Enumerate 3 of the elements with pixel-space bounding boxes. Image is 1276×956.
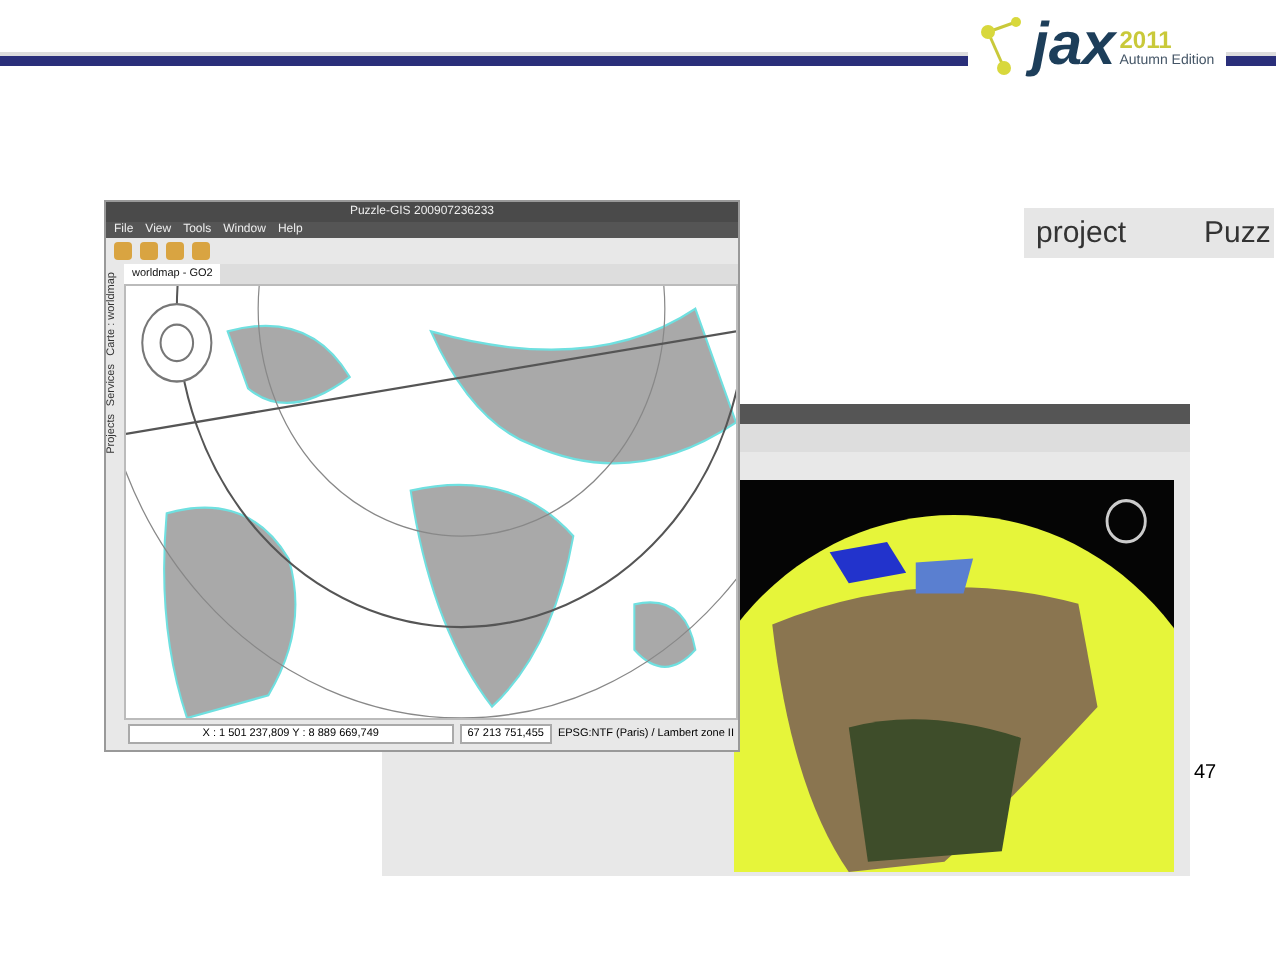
- table-cell-text: project: [1034, 214, 1129, 254]
- table-cell-text: Puzz: [1202, 214, 1273, 254]
- page-number: 47: [1194, 762, 1217, 784]
